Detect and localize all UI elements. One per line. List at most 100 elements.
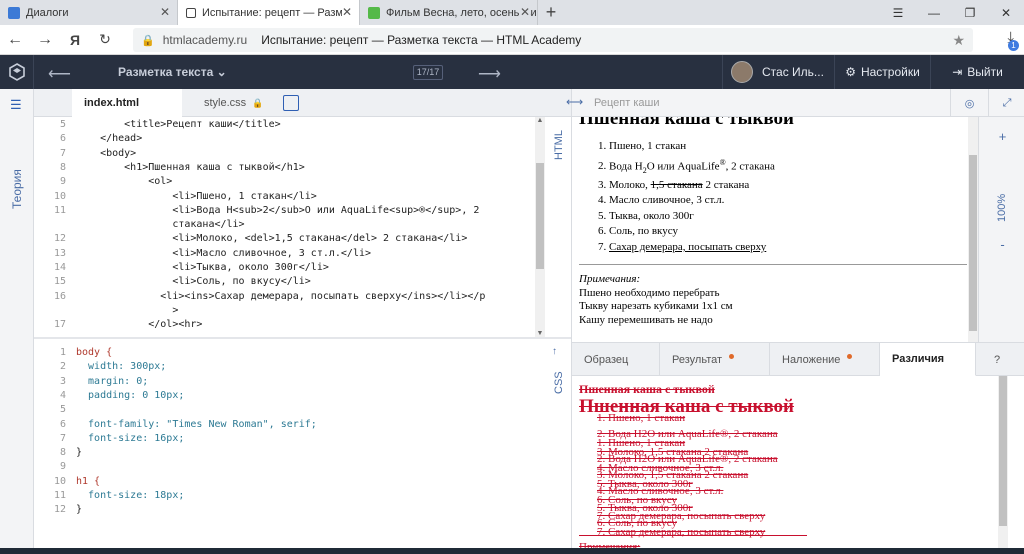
diff-line: 1. Пшено, 1 стакан bbox=[597, 412, 686, 424]
tab-style-css[interactable]: style.css 🔒 bbox=[194, 89, 263, 117]
zoom-controls: + 100% - bbox=[978, 117, 1024, 342]
list-item: Соль, по вкусу bbox=[609, 224, 967, 240]
line-number: 10 bbox=[53, 475, 66, 487]
line-number: 9 bbox=[59, 176, 66, 188]
scrollbar-thumb[interactable] bbox=[536, 163, 544, 269]
user-menu[interactable]: Стас Иль... bbox=[722, 55, 834, 89]
preview-scrollbar[interactable] bbox=[968, 117, 978, 342]
scroll-down-icon[interactable]: ▼ bbox=[535, 330, 545, 337]
close-tab-icon[interactable]: ✕ bbox=[341, 5, 352, 19]
preview-toolbar: ⟷ Рецепт каши ◎ ⤢ bbox=[566, 89, 1024, 117]
code-line: <ol> bbox=[76, 176, 173, 188]
list-item: Сахар демерара, посыпать сверху bbox=[609, 240, 967, 256]
scrollbar-thumb[interactable] bbox=[969, 155, 977, 331]
refresh-preview-icon[interactable]: ◎ bbox=[950, 89, 988, 117]
scrollbar-thumb[interactable] bbox=[999, 376, 1007, 526]
line-number: 8 bbox=[59, 161, 66, 173]
line-number: 17 bbox=[53, 319, 66, 331]
scroll-up-icon[interactable]: ▲ bbox=[535, 117, 545, 124]
bookmark-star-icon[interactable]: ★ bbox=[952, 32, 965, 49]
close-window-icon[interactable]: ✕ bbox=[988, 0, 1024, 25]
note-line: Кашу перемешивать не надо bbox=[579, 313, 713, 326]
menu-icon[interactable]: ☰ bbox=[10, 97, 22, 113]
forward-icon[interactable]: → bbox=[30, 31, 60, 49]
back-icon[interactable]: ← bbox=[0, 31, 30, 49]
editor-divider[interactable] bbox=[34, 337, 571, 339]
close-tab-icon[interactable]: ✕ bbox=[160, 5, 170, 19]
tab-overlay[interactable]: Наложение bbox=[770, 343, 880, 376]
tab-result[interactable]: Результат bbox=[660, 343, 770, 376]
settings-button[interactable]: ⚙ Настройки bbox=[834, 55, 930, 89]
line-number: 9 bbox=[59, 461, 66, 473]
help-tab[interactable]: ? bbox=[976, 343, 1024, 376]
html-editor-scrollbar[interactable]: ▲ ▼ bbox=[535, 117, 545, 337]
line-number: 7 bbox=[59, 432, 66, 444]
css-code-editor[interactable]: 1 body {2 width: 300px; 3 margin: 0; 4 padd… bbox=[34, 344, 538, 554]
list-item: Масло сливочное, 3 ст.л. bbox=[609, 193, 967, 209]
note-line: Пшено необходимо перебрать bbox=[579, 286, 720, 299]
code-line: <body> bbox=[76, 147, 137, 159]
code-line: } bbox=[76, 504, 83, 516]
browser-tab-dialogs[interactable]: Диалоги ✕ bbox=[0, 0, 178, 25]
academy-logo-icon[interactable] bbox=[0, 55, 34, 89]
yandex-icon[interactable]: Я bbox=[60, 32, 90, 48]
change-indicator bbox=[729, 354, 735, 359]
code-line: font-size: 18px; bbox=[76, 490, 185, 501]
swap-panels-icon[interactable]: ⟷ bbox=[566, 95, 583, 109]
code-line: width: 300px; bbox=[76, 361, 167, 373]
collapse-up-icon[interactable]: ↑ bbox=[552, 346, 557, 357]
tab-title: Фильм Весна, лето, осень, зи bbox=[386, 6, 537, 19]
css-pane-label[interactable]: CSS bbox=[548, 368, 570, 398]
theory-toggle[interactable]: Теория bbox=[2, 149, 32, 229]
refresh-icon[interactable]: ↻ bbox=[90, 31, 120, 48]
logout-icon: ⇥ bbox=[952, 65, 963, 79]
expand-icon[interactable]: ⤢ bbox=[988, 89, 1024, 117]
close-tab-icon[interactable]: ✕ bbox=[519, 5, 530, 19]
tab-diff[interactable]: Различия bbox=[880, 343, 976, 376]
avatar bbox=[731, 61, 753, 83]
code-line: } bbox=[76, 447, 83, 459]
minimize-icon[interactable]: — bbox=[916, 0, 952, 25]
html-pane-label[interactable]: HTML bbox=[548, 125, 570, 165]
tab-index-html[interactable]: index.html bbox=[72, 89, 182, 117]
code-line: <li>Тыква, около 300г</li> bbox=[76, 262, 329, 273]
divider-line bbox=[579, 264, 967, 266]
tab-sample[interactable]: Образец bbox=[572, 343, 660, 376]
url-page-title: Испытание: рецепт — Разметка текста — HT… bbox=[261, 33, 582, 47]
restore-icon[interactable]: ❐ bbox=[952, 0, 988, 25]
lesson-title[interactable]: Разметка текста ⌄ bbox=[118, 65, 227, 79]
tab-title: Испытание: рецепт — Разме bbox=[202, 6, 350, 19]
zoom-in-button[interactable]: + bbox=[979, 129, 1024, 144]
code-line: font-family: "Times New Roman", serif; bbox=[76, 418, 317, 430]
line-number: 14 bbox=[53, 262, 66, 273]
result-tabs: Образец Результат Наложение Различия ? bbox=[572, 342, 1024, 376]
diff-scrollbar[interactable] bbox=[998, 376, 1008, 554]
change-indicator bbox=[847, 354, 853, 359]
user-name: Стас Иль... bbox=[762, 65, 824, 79]
notes-block: Примечания: Пшено необходимо перебрать Т… bbox=[579, 273, 967, 327]
zoom-out-button[interactable]: - bbox=[979, 237, 1024, 252]
browser-tab-recipe[interactable]: Испытание: рецепт — Разме ✕ bbox=[178, 0, 360, 25]
line-number: 11 bbox=[53, 490, 66, 501]
logout-label: Выйти bbox=[967, 65, 1003, 79]
preview-url: Рецепт каши bbox=[594, 97, 660, 109]
previous-lesson-arrow-icon[interactable]: ⟵ bbox=[48, 64, 71, 84]
layout-toggle-icon[interactable] bbox=[283, 95, 299, 111]
browser-tab-film[interactable]: Фильм Весна, лето, осень, зи ✕ bbox=[360, 0, 538, 25]
next-lesson-arrow-icon[interactable]: ⟶ bbox=[478, 64, 501, 84]
download-icon[interactable]: ⤓ 1 bbox=[1007, 29, 1019, 51]
line-number: 3 bbox=[59, 375, 66, 387]
html-code-editor[interactable]: 5 <title>Рецепт каши</title> 6 </head> 7 <… bbox=[34, 117, 538, 337]
code-line: <h1>Пшенная каша с тыквой</h1> bbox=[76, 161, 305, 173]
menu-icon[interactable]: ☰ bbox=[880, 0, 916, 25]
tab-label: Различия bbox=[892, 353, 945, 365]
academy-header: ⟵ Разметка текста ⌄ 17/17 ⟶ Стас Иль... … bbox=[0, 55, 1024, 89]
code-line: <li>Масло сливочное, 3 ст.л.</li> bbox=[76, 247, 372, 259]
logout-button[interactable]: ⇥ Выйти bbox=[930, 55, 1024, 89]
new-tab-button[interactable]: + bbox=[538, 0, 564, 25]
note-line: Тыкву нарезать кубиками 1x1 см bbox=[579, 300, 733, 313]
url-host: htmlacademy.ru bbox=[162, 33, 248, 47]
code-line: <title>Рецепт каши</title> bbox=[76, 119, 281, 130]
url-field[interactable]: 🔒 htmlacademy.ru Испытание: рецепт — Раз… bbox=[133, 28, 973, 52]
code-line: <li>Пшено, 1 стакан</li> bbox=[76, 190, 317, 202]
